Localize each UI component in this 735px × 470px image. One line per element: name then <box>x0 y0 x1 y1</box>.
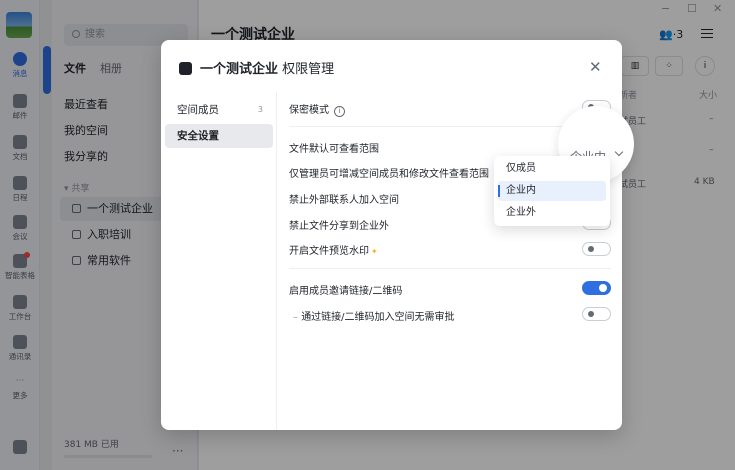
option-members-only[interactable]: 仅成员 <box>498 159 606 179</box>
dialog-space-name: 一个测试企业 <box>200 62 279 77</box>
scope-dropdown: 仅成员 企业内 企业外 <box>494 156 610 226</box>
sub-bullet: – <box>293 312 302 323</box>
sidebar-item-label: 安全设置 <box>177 130 219 142</box>
setting-admin-only: 仅管理员可增减空间成员和修改文件查看范围 <box>289 169 489 180</box>
setting-default-scope: 文件默认可查看范围 <box>289 144 379 155</box>
space-icon <box>179 62 192 75</box>
sidebar-item-security[interactable]: 安全设置 <box>165 124 273 148</box>
no-approval-toggle[interactable] <box>582 307 611 321</box>
setting-label: 通过链接/二维码加入空间无需审批 <box>301 312 455 323</box>
divider <box>289 268 611 269</box>
permission-dialog: 一个测试企业 权限管理 ✕ 空间成员 3 安全设置 保密模式 i 文件默认可查看范围… <box>161 40 622 430</box>
members-count: 3 <box>257 105 263 114</box>
invite-link-toggle[interactable] <box>582 281 611 295</box>
setting-label: 开启文件预览水印 <box>289 246 369 257</box>
setting-watermark: 开启文件预览水印 ✦ <box>289 242 378 257</box>
dialog-title: 一个测试企业 权限管理 <box>179 58 334 77</box>
sidebar-item-members[interactable]: 空间成员 3 <box>165 98 273 122</box>
setting-label: 保密模式 <box>289 105 329 116</box>
setting-no-approval: – 通过链接/二维码加入空间无需审批 <box>293 308 455 323</box>
setting-no-share-out: 禁止文件分享到企业外 <box>289 221 389 232</box>
option-enterprise-internal[interactable]: 企业内 <box>498 181 606 201</box>
info-icon[interactable]: i <box>334 106 345 117</box>
sparkle-icon: ✦ <box>371 247 378 256</box>
setting-no-external: 禁止外部联系人加入空间 <box>289 195 399 206</box>
watermark-toggle[interactable] <box>582 242 611 256</box>
sidebar-item-label: 空间成员 <box>177 104 219 116</box>
chevron-down-icon <box>614 147 624 157</box>
setting-invite-link: 启用成员邀请链接/二维码 <box>289 286 403 297</box>
option-enterprise-external[interactable]: 企业外 <box>498 203 606 223</box>
dialog-title-suffix: 权限管理 <box>282 62 335 77</box>
setting-confidential: 保密模式 i <box>289 101 345 117</box>
dialog-sidebar: 空间成员 3 安全设置 <box>161 92 277 430</box>
close-icon[interactable]: ✕ <box>589 58 602 76</box>
